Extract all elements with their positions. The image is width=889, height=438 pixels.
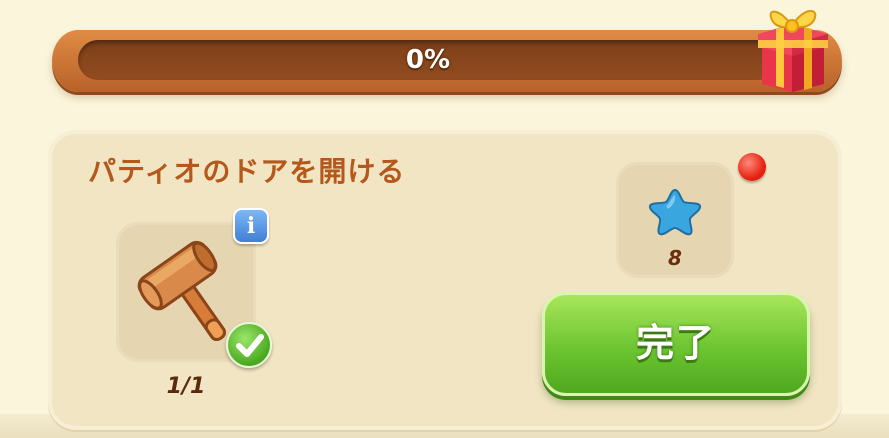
notification-dot [738, 153, 766, 181]
reward-slot[interactable]: 8 [616, 162, 734, 278]
progress-percent: 0% [405, 45, 451, 75]
complete-button[interactable]: 完了 [542, 292, 810, 396]
progress-track: 0% [78, 40, 778, 80]
check-icon [226, 322, 272, 368]
reward-amount: 8 [668, 246, 682, 270]
complete-button-label: 完了 [635, 321, 716, 365]
quest-panel: パティオのドアを開ける i 1/1 8 完了 [48, 130, 842, 430]
quest-title: パティオのドアを開ける [88, 155, 406, 188]
gift-box-icon[interactable] [752, 2, 832, 94]
blue-star-icon [648, 188, 702, 236]
quest-progress-bar: 0% [52, 30, 842, 92]
item-count: 1/1 [166, 374, 206, 399]
info-icon[interactable]: i [233, 208, 269, 244]
